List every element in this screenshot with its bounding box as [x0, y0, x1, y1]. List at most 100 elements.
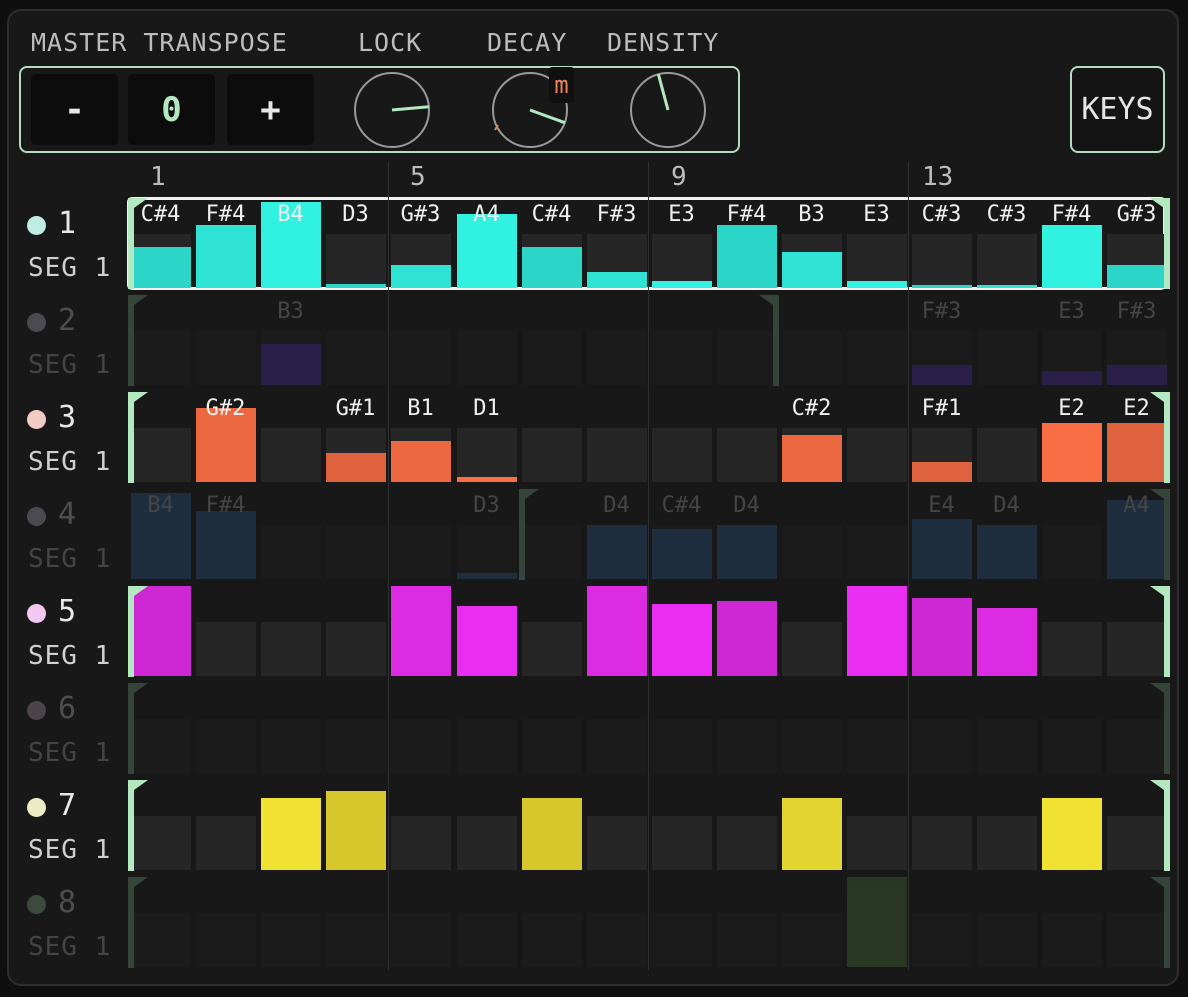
step-cell[interactable] [717, 913, 777, 967]
loop-start-marker[interactable] [128, 295, 148, 386]
track-segment-label[interactable]: SEG 1 [28, 932, 111, 962]
loop-start-marker[interactable] [128, 877, 148, 968]
step-cell[interactable] [652, 816, 712, 870]
step-cell[interactable] [522, 622, 582, 676]
loop-end-marker[interactable] [1150, 877, 1170, 968]
step-cell[interactable] [522, 331, 582, 385]
track-number[interactable]: 7 [58, 788, 76, 823]
step-cell[interactable] [587, 816, 647, 870]
step-level-bar[interactable] [782, 435, 842, 482]
loop-end-marker[interactable] [1150, 780, 1170, 871]
step-cell[interactable] [717, 331, 777, 385]
step-cell[interactable] [522, 525, 582, 579]
track-number[interactable]: 8 [58, 885, 76, 920]
step-level-bar[interactable] [1042, 225, 1102, 288]
step-cell[interactable] [1042, 622, 1102, 676]
transpose-minus-button[interactable]: - [31, 74, 118, 145]
step-level-bar[interactable] [457, 477, 517, 482]
step-cell[interactable] [717, 816, 777, 870]
step-cell[interactable] [1107, 816, 1167, 870]
step-level-bar[interactable] [847, 586, 907, 676]
step-cell[interactable] [1042, 719, 1102, 773]
track-number[interactable]: 1 [58, 206, 76, 241]
step-cell[interactable] [457, 913, 517, 967]
step-level-bar[interactable] [717, 525, 777, 579]
step-cell[interactable] [847, 234, 907, 288]
step-cell[interactable] [847, 719, 907, 773]
step-cell[interactable] [977, 816, 1037, 870]
step-cell[interactable] [912, 816, 972, 870]
track-number[interactable]: 5 [58, 594, 76, 629]
step-cell[interactable] [652, 331, 712, 385]
step-cell[interactable] [326, 719, 386, 773]
step-cell[interactable] [912, 719, 972, 773]
step-cell[interactable] [261, 525, 321, 579]
step-cell[interactable] [652, 428, 712, 482]
step-cell[interactable] [326, 331, 386, 385]
step-cell[interactable] [457, 331, 517, 385]
step-cell[interactable] [587, 913, 647, 967]
step-level-bar[interactable] [196, 511, 256, 579]
step-level-bar[interactable] [1042, 423, 1102, 482]
step-cell[interactable] [131, 428, 191, 482]
step-level-bar[interactable] [1042, 371, 1102, 385]
step-cell[interactable] [457, 719, 517, 773]
loop-end-marker[interactable] [759, 295, 779, 386]
step-cell[interactable] [652, 913, 712, 967]
step-level-bar[interactable] [847, 281, 907, 288]
step-level-bar[interactable] [1107, 365, 1167, 385]
step-cell[interactable] [912, 234, 972, 288]
step-cell[interactable] [1107, 719, 1167, 773]
step-level-bar[interactable] [782, 798, 842, 870]
step-cell[interactable] [522, 428, 582, 482]
step-cell[interactable] [196, 816, 256, 870]
step-level-bar[interactable] [261, 344, 321, 385]
loop-start-marker[interactable] [128, 780, 148, 871]
step-cell[interactable] [847, 331, 907, 385]
step-cell[interactable] [326, 234, 386, 288]
step-level-bar[interactable] [912, 365, 972, 385]
step-level-bar[interactable] [1107, 423, 1167, 482]
step-cell[interactable] [457, 428, 517, 482]
step-level-bar[interactable] [912, 285, 972, 288]
step-level-bar[interactable] [457, 573, 517, 579]
step-cell[interactable] [391, 331, 451, 385]
track-segment-label[interactable]: SEG 1 [28, 738, 111, 768]
step-cell[interactable] [977, 331, 1037, 385]
step-level-bar[interactable] [912, 598, 972, 676]
step-cell[interactable] [196, 913, 256, 967]
step-level-bar[interactable] [196, 225, 256, 288]
step-cell[interactable] [977, 234, 1037, 288]
loop-start-marker[interactable] [128, 683, 148, 774]
step-cell[interactable] [587, 331, 647, 385]
step-cell[interactable] [326, 622, 386, 676]
loop-end-marker[interactable] [1150, 683, 1170, 774]
step-level-bar[interactable] [652, 281, 712, 288]
step-cell[interactable] [196, 331, 256, 385]
step-level-bar[interactable] [587, 586, 647, 676]
step-cell[interactable] [391, 525, 451, 579]
transpose-plus-button[interactable]: + [227, 74, 314, 145]
step-cell[interactable] [522, 719, 582, 773]
step-level-bar[interactable] [522, 247, 582, 288]
step-cell[interactable] [652, 234, 712, 288]
step-cell[interactable] [717, 428, 777, 482]
step-cell[interactable] [261, 428, 321, 482]
step-cell[interactable] [847, 428, 907, 482]
step-level-bar[interactable] [391, 586, 451, 676]
track-segment-label[interactable]: SEG 1 [28, 253, 111, 283]
density-knob[interactable] [628, 70, 708, 150]
step-level-bar[interactable] [131, 247, 191, 288]
step-cell[interactable] [522, 913, 582, 967]
step-level-bar[interactable] [261, 798, 321, 870]
step-cell[interactable] [652, 719, 712, 773]
step-level-bar[interactable] [977, 285, 1037, 288]
step-cell[interactable] [977, 913, 1037, 967]
step-cell[interactable] [1042, 913, 1102, 967]
step-cell[interactable] [782, 913, 842, 967]
step-level-bar[interactable] [717, 225, 777, 288]
step-cell[interactable] [457, 816, 517, 870]
step-cell[interactable] [261, 622, 321, 676]
step-level-bar[interactable] [457, 606, 517, 676]
step-cell[interactable] [131, 913, 191, 967]
